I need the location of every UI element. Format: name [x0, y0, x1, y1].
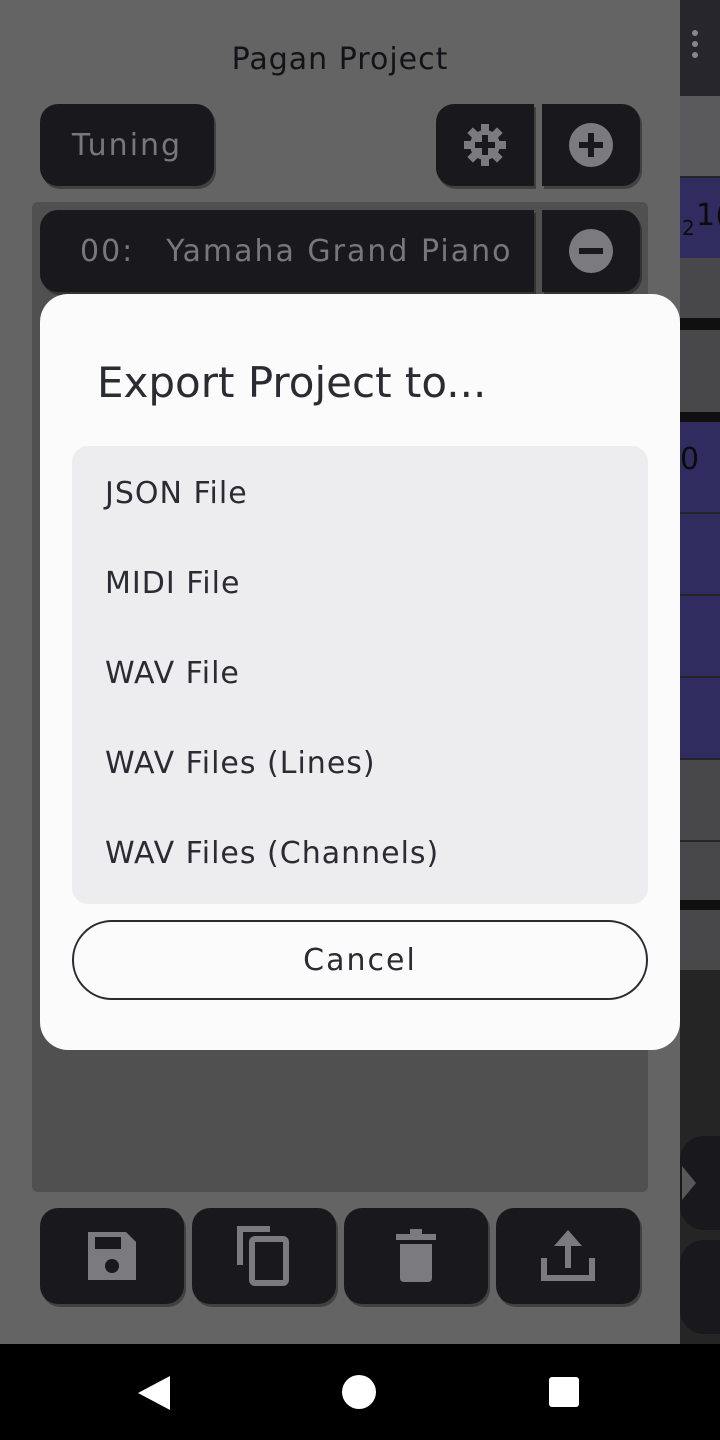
option-wav-file[interactable]: WAV File [105, 629, 240, 719]
export-options-list: JSON File MIDI File WAV File WAV Files (… [72, 446, 648, 904]
dialog-title: Export Project to... [97, 358, 487, 407]
recents-square-icon[interactable] [549, 1377, 579, 1407]
option-wav-files-channels[interactable]: WAV Files (Channels) [105, 809, 439, 899]
cancel-button[interactable]: Cancel [72, 920, 648, 1000]
option-wav-files-lines[interactable]: WAV Files (Lines) [105, 719, 376, 809]
back-triangle-icon[interactable] [136, 1374, 172, 1412]
option-json-file[interactable]: JSON File [105, 449, 248, 539]
export-dialog: Export Project to... JSON File MIDI File… [40, 294, 680, 1050]
home-circle-icon[interactable] [342, 1375, 376, 1409]
system-navigation-bar [0, 1344, 720, 1440]
option-midi-file[interactable]: MIDI File [105, 539, 240, 629]
app-screen: 2 1( 0 Pagan Project Tuning [0, 0, 720, 1344]
